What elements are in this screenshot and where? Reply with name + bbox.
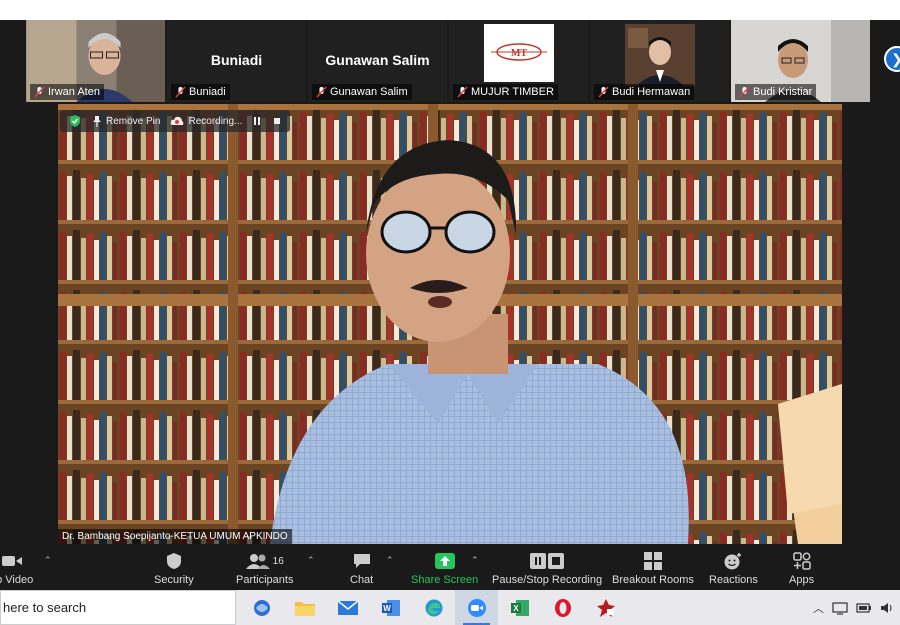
chat-button[interactable]: Chat (350, 551, 373, 586)
pause-icon (254, 117, 261, 125)
participant-name-label: MUJUR TIMBER (453, 84, 558, 100)
active-speaker-video[interactable]: Remove Pin Recording... Dr. Bambang Soep… (58, 104, 842, 544)
taskbar-app-excel[interactable]: X (498, 590, 541, 625)
participant-tile-buniadi[interactable]: Buniadi Buniadi (167, 20, 306, 102)
participants-count: 16 (272, 555, 284, 567)
participant-strip: Irwan Aten Buniadi Buniadi Gunawan Salim… (26, 20, 876, 102)
recording-status: Recording... (170, 116, 242, 127)
speaker-name-label: Dr. Bambang Soepijanto-KETUA UMUM APKIND… (58, 529, 292, 544)
chevron-right-icon: ❯ (891, 51, 900, 68)
zoom-window: Irwan Aten Buniadi Buniadi Gunawan Salim… (0, 20, 900, 590)
participant-name-label: Budi Hermawan (594, 84, 695, 100)
reactions-button[interactable]: Reactions (709, 551, 758, 586)
system-tray: ︿ (813, 590, 894, 625)
video-options-caret[interactable]: ⌃ (44, 555, 52, 566)
pause-stop-icon (530, 553, 565, 569)
participants-icon (245, 554, 270, 569)
svg-text:W: W (383, 604, 391, 613)
taskbar-app-opera[interactable] (541, 590, 584, 625)
participant-tile-gunawan-salim[interactable]: Gunawan Salim Gunawan Salim (308, 20, 447, 102)
next-page-button[interactable]: ❯ (884, 46, 900, 72)
windows-taskbar: here to search W X ︿ (0, 590, 900, 625)
participant-tile-irwan-aten[interactable]: Irwan Aten (26, 20, 165, 102)
pause-recording-button[interactable] (252, 116, 262, 126)
company-logo: MT (484, 24, 554, 82)
video-camera-icon (1, 556, 22, 566)
security-shield-badge (68, 114, 82, 128)
zoom-icon (467, 598, 486, 617)
participant-name-label: Buniadi (171, 84, 230, 100)
taskbar-app-browser-edge-legacy[interactable] (240, 590, 283, 625)
participant-display-name: Buniadi (210, 52, 263, 68)
mic-muted-icon (457, 86, 468, 98)
stop-video-button[interactable]: op Video (0, 551, 33, 586)
taskbar-app-file-explorer[interactable] (283, 590, 326, 625)
speaker-video-frame (58, 104, 842, 544)
chat-options-caret[interactable]: ⌃ (386, 555, 394, 566)
share-options-caret[interactable]: ⌃ (471, 555, 479, 566)
speaker-icon[interactable] (880, 601, 894, 615)
taskbar-app-mail[interactable] (326, 590, 369, 625)
taskbar-app-game[interactable] (584, 590, 627, 625)
svg-text:MT: MT (511, 48, 527, 59)
smiley-icon (724, 553, 742, 570)
participant-name-label: Gunawan Salim (312, 84, 412, 100)
game-app-icon (596, 598, 615, 617)
word-icon: W (381, 599, 400, 616)
cloud-record-icon (171, 116, 184, 125)
security-button[interactable]: Security (154, 551, 194, 586)
browser-icon (253, 599, 270, 616)
shield-icon (166, 553, 181, 569)
participants-button[interactable]: 16 Participants (236, 551, 293, 586)
pause-stop-recording-button[interactable]: Pause/Stop Recording (492, 551, 602, 586)
mic-muted-icon (598, 86, 609, 98)
participant-tile-budi-kristiar[interactable]: Budi Kristiar (731, 20, 870, 102)
edge-icon (425, 599, 442, 616)
opera-icon (554, 598, 571, 617)
mail-icon (337, 599, 358, 615)
stop-recording-button[interactable] (272, 116, 282, 126)
taskbar-app-zoom[interactable] (455, 590, 498, 625)
battery-icon[interactable] (856, 602, 872, 614)
participant-name-label: Budi Kristiar (735, 84, 817, 100)
taskbar-app-word[interactable]: W (369, 590, 412, 625)
pin-icon (93, 116, 101, 127)
mic-muted-icon (316, 86, 327, 98)
share-screen-button[interactable]: Share Screen (411, 551, 478, 586)
chevron-up-icon[interactable]: ︿ (813, 600, 824, 616)
remove-pin-button[interactable]: Remove Pin (92, 115, 160, 127)
taskbar-app-edge[interactable] (412, 590, 455, 625)
mic-muted-icon (34, 86, 45, 98)
participant-tile-mujur-timber[interactable]: MT MUJUR TIMBER (449, 20, 588, 102)
participant-name-label: Irwan Aten (30, 84, 104, 100)
shield-check-icon (70, 115, 80, 127)
network-icon[interactable] (832, 601, 848, 615)
share-screen-icon (434, 553, 455, 569)
taskbar-apps: W X (240, 590, 627, 625)
meeting-toolbar: op Video ⌃ Security 16 Participants ⌃ Ch… (0, 544, 900, 590)
participant-tile-budi-hermawan[interactable]: Budi Hermawan (590, 20, 729, 102)
apps-icon (792, 552, 811, 570)
excel-icon: X (510, 599, 529, 616)
apps-button[interactable]: Apps (789, 551, 814, 586)
screen: Irwan Aten Buniadi Buniadi Gunawan Salim… (0, 0, 900, 625)
participants-options-caret[interactable]: ⌃ (307, 555, 315, 566)
participant-display-name: Gunawan Salim (325, 52, 430, 68)
breakout-rooms-icon (643, 552, 662, 570)
chat-icon (353, 554, 370, 568)
recording-bar: Remove Pin Recording... (60, 110, 291, 132)
mujur-timber-logo: MT (491, 43, 547, 61)
mic-muted-icon (175, 86, 186, 98)
mic-muted-icon (739, 86, 750, 98)
breakout-rooms-button[interactable]: Breakout Rooms (612, 551, 694, 586)
folder-icon (294, 601, 315, 616)
taskbar-search-input[interactable]: here to search (0, 590, 236, 625)
svg-text:X: X (513, 604, 519, 613)
stop-icon (274, 118, 281, 124)
